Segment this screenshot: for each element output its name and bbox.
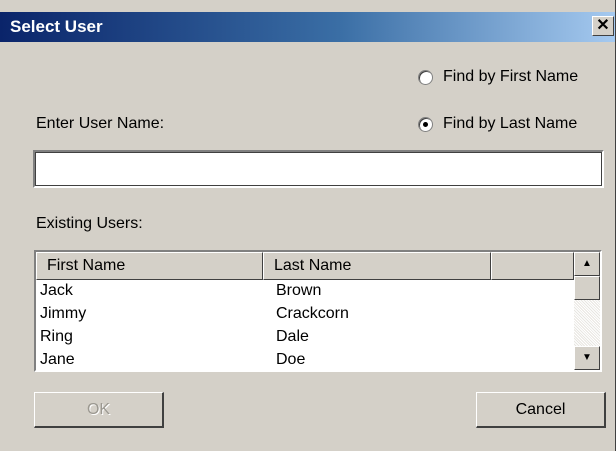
cell-first-name: Jack [40,282,73,299]
cell-last-name: Doe [276,351,306,368]
existing-users-label: Existing Users: [36,215,143,232]
vertical-scrollbar[interactable]: ▲ ▼ [574,252,600,370]
cell-last-name: Brown [276,282,322,299]
cell-last-name: Crackcorn [276,305,349,322]
scroll-down-arrow-icon: ▼ [582,352,592,363]
column-header-first-name[interactable]: First Name [36,252,263,280]
list-body: Jack Brown Jimmy Crackcorn Ring Dale Jan… [36,281,566,370]
scroll-thumb[interactable] [574,276,600,300]
scroll-up-button[interactable]: ▲ [574,252,600,276]
cell-first-name: Jane [40,351,75,368]
table-row[interactable]: Jane Doe [36,350,566,370]
cell-last-name: Dale [276,328,309,345]
user-name-label: Enter User Name: [36,115,165,132]
cell-first-name: Jimmy [40,305,87,322]
table-row[interactable]: Jack Brown [36,281,566,304]
cancel-button[interactable]: Cancel [476,392,606,428]
scroll-up-arrow-icon: ▲ [582,258,592,269]
radio-find-by-last-name[interactable]: Find by Last Name [418,115,577,133]
select-user-dialog: Select User ✕ Find by First Name Find by… [0,0,616,451]
close-icon: ✕ [596,17,610,34]
radio-label-last-name: Find by Last Name [443,115,578,132]
column-header-empty[interactable] [491,252,574,280]
window-title: Select User [10,17,103,36]
table-row[interactable]: Ring Dale [36,327,566,350]
ok-button[interactable]: OK [34,392,164,428]
radio-checked-icon [418,116,433,132]
title-bar[interactable]: Select User ✕ [0,12,615,42]
column-header-last-name[interactable]: Last Name [263,252,491,280]
table-row[interactable]: Jimmy Crackcorn [36,304,566,327]
existing-users-list[interactable]: First Name Last Name Jack Brown Jimmy Cr… [34,250,602,372]
radio-find-by-first-name[interactable]: Find by First Name [418,68,578,86]
cell-first-name: Ring [40,328,73,345]
scroll-down-button[interactable]: ▼ [574,346,600,370]
list-header: First Name Last Name [36,252,574,280]
radio-label-first-name: Find by First Name [443,68,579,85]
radio-unchecked-icon [418,69,433,85]
user-name-input[interactable] [33,150,604,188]
close-button[interactable]: ✕ [592,16,614,36]
